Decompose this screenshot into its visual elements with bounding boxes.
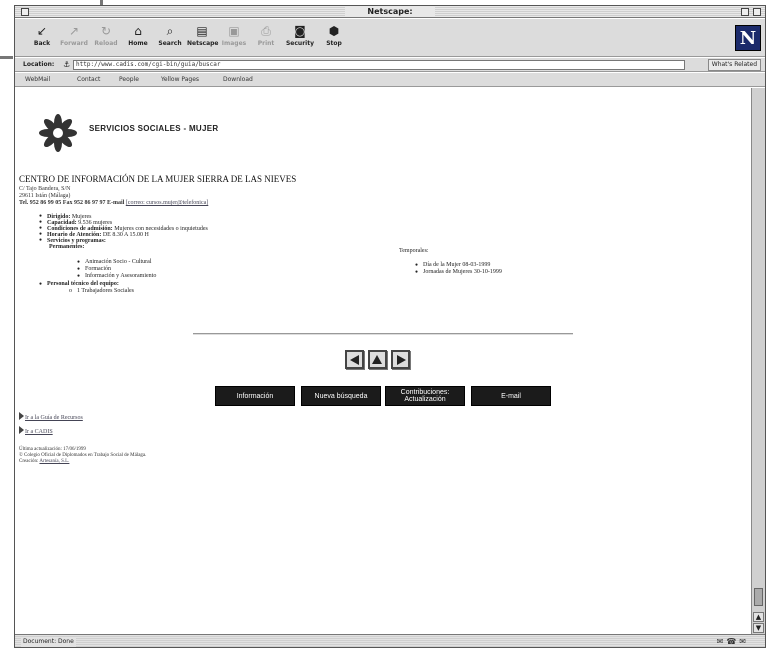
permanente-item: Animación Socio - Cultural (77, 259, 152, 266)
page-content: SERVICIOS SOCIALES - MUJER CENTRO DE INF… (15, 88, 751, 634)
personal-item-webmail[interactable]: WebMail (25, 75, 50, 85)
personal-toolbar: WebMail Contact People Yellow Pages Down… (15, 73, 765, 87)
scan-artifact (0, 56, 13, 59)
temporales-label: Temporales: (399, 248, 429, 254)
credits-link[interactable]: Artesanía, S.L. (39, 459, 69, 464)
scroll-down-icon[interactable]: ▼ (753, 623, 764, 633)
permanente-item: Información y Asesoramiento (77, 273, 156, 280)
print-icon: ⎙ (261, 24, 271, 38)
title-bar[interactable]: Netscape: (15, 6, 765, 18)
forward-button[interactable]: ↗ Forward (59, 21, 89, 55)
status-bar: Document: Done ✉☎✉ (15, 634, 765, 647)
reload-button[interactable]: ↻ Reload (91, 21, 121, 55)
up-arrow-icon[interactable] (368, 350, 387, 369)
whats-related-button[interactable]: What's Related (707, 59, 761, 71)
guia-recursos-link[interactable]: Ir a la Guía de Recursos (19, 412, 83, 422)
images-button[interactable]: ▣ Images (219, 21, 249, 55)
divider (193, 333, 573, 335)
informacion-button[interactable]: Información (215, 386, 295, 406)
home-button[interactable]: ⌂ Home (123, 21, 153, 55)
bookmark-icon[interactable]: ⚓ (63, 61, 70, 69)
contact-phones: Tel. 952 86 99 05 Fax 952 86 97 97 E-mai… (19, 200, 125, 206)
window-title: Netscape: (345, 6, 435, 17)
security-button[interactable]: ◙ Security (285, 21, 315, 55)
contact-line: Tel. 952 86 99 05 Fax 952 86 97 97 E-mai… (19, 200, 208, 207)
center-title: CENTRO DE INFORMACIÓN DE LA MUJER SIERRA… (19, 174, 297, 184)
personal-item-contact[interactable]: Contact (77, 75, 100, 85)
permanente-item: Formación (77, 266, 111, 273)
stop-icon: ⬢ (328, 24, 340, 38)
email-link[interactable]: [correo: cursos.mujer@telefonica] (126, 200, 209, 206)
zoom-box[interactable] (741, 8, 749, 16)
temporal-item: Jornadas de Mujeres 30-10-1999 (415, 269, 502, 276)
personal-tecnico-label: Personal técnico del equipo: (39, 281, 119, 288)
print-button[interactable]: ⎙ Print (251, 21, 281, 55)
location-label: Location: (23, 61, 55, 68)
link-arrow-icon (19, 412, 24, 420)
nueva-busqueda-button[interactable]: Nueva búsqueda (301, 386, 381, 406)
personal-item-yellow-pages[interactable]: Yellow Pages (161, 75, 199, 85)
contribuciones-button[interactable]: Contribuciones: Actualización (385, 386, 465, 406)
next-arrow-icon[interactable] (391, 350, 410, 369)
cadis-link[interactable]: Ir a CADIS (19, 426, 53, 436)
permanentes-label: Permanentes: (49, 244, 85, 250)
address-street: C/ Tajo Bandera, S/N (19, 186, 71, 192)
link-arrow-icon (19, 426, 24, 434)
browser-window: Netscape: ↙ Back ↗ Forward ↻ Reload ⌂ Ho… (14, 5, 766, 648)
search-icon: ⌕ (166, 24, 174, 38)
personal-item-people[interactable]: People (119, 75, 139, 85)
navigation-toolbar: ↙ Back ↗ Forward ↻ Reload ⌂ Home ⌕ Searc… (15, 19, 765, 57)
email-button[interactable]: E-mail (471, 386, 551, 406)
collapse-box[interactable] (753, 8, 761, 16)
images-icon: ▣ (228, 24, 240, 38)
netscape-icon: ▤ (196, 24, 208, 38)
location-input[interactable]: http://www.cadis.com/cgi-bin/guia/buscar (73, 60, 685, 70)
temporal-item: Día de la Mujer 08-03-1999 (415, 262, 490, 269)
scroll-up-icon[interactable]: ▲ (753, 612, 764, 622)
status-text: Document: Done (21, 637, 76, 647)
back-button[interactable]: ↙ Back (27, 21, 57, 55)
search-button[interactable]: ⌕ Search (155, 21, 185, 55)
netscape-logo[interactable]: N (735, 25, 761, 51)
details-list: Dirigido: Mujeres Capacidad: 9.536 mujer… (39, 214, 208, 244)
vertical-scrollbar[interactable]: ▲ ▼ (751, 88, 765, 634)
close-box[interactable] (21, 8, 29, 16)
previous-arrow-icon[interactable] (345, 350, 364, 369)
stop-button[interactable]: ⬢ Stop (319, 21, 349, 55)
netscape-button[interactable]: ▤ Netscape (187, 21, 219, 55)
location-bar: Location: ⚓ http://www.cadis.com/cgi-bin… (15, 58, 765, 72)
back-arrow-icon: ↙ (36, 24, 48, 38)
forward-arrow-icon: ↗ (68, 24, 80, 38)
component-bar-icons[interactable]: ✉☎✉ (717, 637, 749, 647)
reload-icon: ↻ (100, 24, 112, 38)
personal-item-download[interactable]: Download (223, 75, 253, 85)
section-heading: SERVICIOS SOCIALES - MUJER (89, 124, 219, 133)
scroll-thumb[interactable] (754, 588, 763, 606)
women-services-logo (35, 110, 81, 156)
home-icon: ⌂ (134, 24, 142, 38)
personal-item: 1 Trabajadores Sociales (69, 288, 134, 295)
address-city: 29611 Istán (Málaga) (19, 193, 71, 199)
credits: Creación: Artesanía, S.L. (19, 459, 70, 464)
security-icon: ◙ (294, 24, 306, 38)
